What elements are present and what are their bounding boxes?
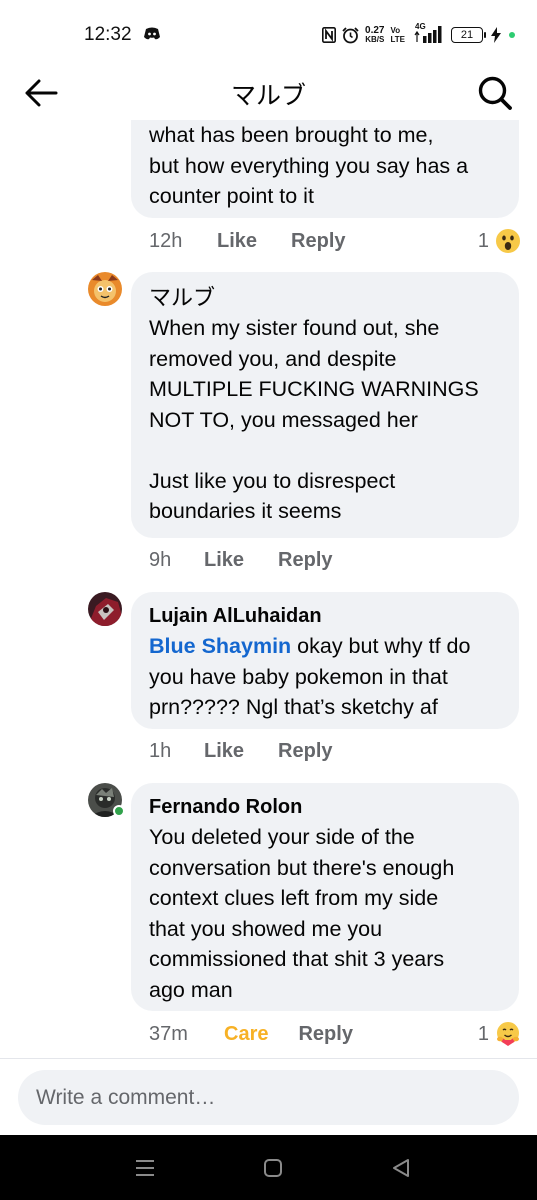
comment-text: Blue Shaymin okay but why tf do you have… [149, 631, 501, 723]
reaction-summary[interactable]: 1 [478, 1019, 521, 1049]
network-type: 4G [415, 21, 426, 31]
network-speed-unit: KB/S [365, 35, 385, 44]
reaction-count: 1 [477, 229, 489, 252]
privacy-dot [509, 32, 515, 38]
avatar[interactable] [88, 592, 122, 626]
status-bar: 12:32 0.27 KB/S Vo LTE 4G 21 [0, 0, 537, 70]
comment-author[interactable]: Lujain AlLuhaidan [149, 601, 501, 631]
volte-indicator: Vo LTE [390, 26, 405, 44]
discord-icon [144, 27, 160, 40]
home-icon[interactable] [261, 1157, 285, 1179]
status-time: 12:32 [84, 24, 132, 45]
header: マルブ [0, 70, 537, 120]
battery-level: 21 [460, 29, 474, 41]
comments-list[interactable]: what has been brought to me, but how eve… [0, 120, 537, 1058]
reaction-summary[interactable]: 1 [478, 226, 521, 256]
comment-input[interactable] [18, 1070, 519, 1125]
page-title: マルブ [230, 82, 306, 110]
search-button[interactable] [475, 74, 515, 112]
alarm-icon [342, 26, 359, 43]
charging-icon [491, 27, 501, 43]
avatar[interactable] [88, 272, 122, 306]
network-speed: 0.27 KB/S [365, 25, 385, 45]
care-button[interactable]: Care [224, 1023, 268, 1046]
like-button[interactable]: Like [204, 740, 244, 763]
care-emoji-icon [496, 1021, 520, 1046]
comment-bubble[interactable]: Fernando Rolon You deleted your side of … [131, 783, 519, 1011]
reply-button[interactable]: Reply [298, 1023, 352, 1046]
comment-author[interactable]: Fernando Rolon [149, 792, 501, 822]
recent-apps-icon[interactable] [133, 1157, 157, 1179]
online-status-dot [113, 805, 125, 817]
comment-actions: 37m Care Reply [149, 1019, 353, 1049]
status-icons: 0.27 KB/S Vo LTE 4G 21 [322, 22, 515, 48]
like-button[interactable]: Like [217, 230, 257, 253]
volte-top: Vo [390, 26, 401, 35]
comment-bubble[interactable]: マルブ When my sister found out, she remove… [131, 272, 519, 538]
comment-time: 37m [149, 1022, 188, 1045]
wow-emoji-icon [495, 228, 521, 254]
reaction-count: 1 [477, 1022, 489, 1045]
volte-bottom: LTE [390, 35, 405, 44]
comment-time: 9h [149, 548, 172, 571]
avatar-image [88, 592, 122, 626]
comment-time: 12h [149, 229, 183, 252]
battery-indicator: 21 [451, 27, 486, 43]
comment-text: what has been brought to me, but how eve… [149, 123, 469, 208]
avatar-image [88, 272, 122, 306]
mention-link[interactable]: Blue Shaymin [149, 634, 291, 658]
comment-actions: 9h Like Reply [149, 545, 333, 575]
reply-button[interactable]: Reply [278, 549, 332, 572]
search-icon [478, 76, 512, 110]
comment-bubble[interactable]: Lujain AlLuhaidan Blue Shaymin okay but … [131, 592, 519, 729]
comment-bubble[interactable]: what has been brought to me, but how eve… [131, 120, 519, 218]
like-button[interactable]: Like [204, 549, 244, 572]
comment-actions: 12h Like Reply [149, 226, 346, 256]
comment-author[interactable]: マルブ [149, 283, 501, 313]
nfc-icon [322, 27, 337, 43]
comment-composer [0, 1058, 537, 1135]
system-nav-bar [0, 1135, 537, 1200]
comment-text: When my sister found out, she removed yo… [149, 316, 479, 523]
signal-indicator: 4G [411, 21, 445, 46]
network-speed-value: 0.27 [365, 25, 385, 36]
comment-text: You deleted your side of the conversatio… [149, 825, 455, 1002]
back-nav-icon[interactable] [389, 1157, 413, 1179]
comment-time: 1h [149, 739, 172, 762]
comment-actions: 1h Like Reply [149, 736, 333, 766]
reply-button[interactable]: Reply [291, 230, 345, 253]
reply-button[interactable]: Reply [278, 740, 332, 763]
